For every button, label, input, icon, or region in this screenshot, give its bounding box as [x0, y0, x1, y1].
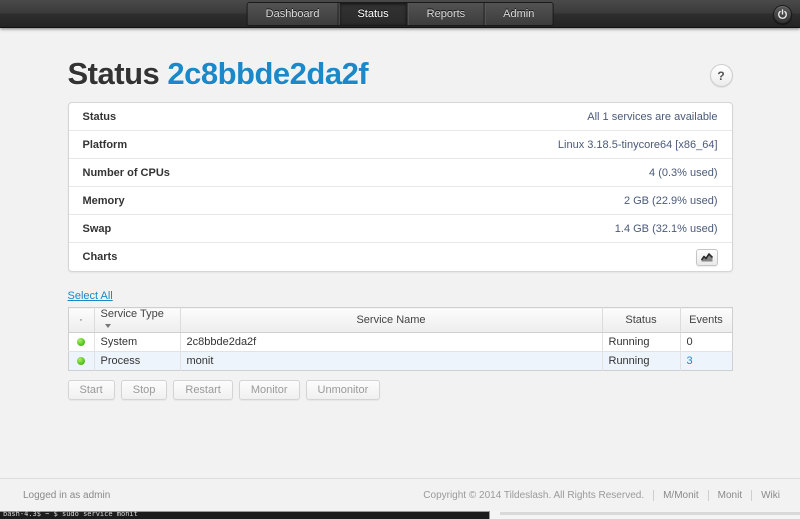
- info-value-memory: 2 GB (22.9% used): [623, 194, 718, 207]
- info-row-status: Status All 1 services are available: [68, 103, 732, 131]
- unmonitor-button[interactable]: Unmonitor: [305, 380, 381, 400]
- chart-icon: [700, 252, 713, 262]
- row-events-cell: 3: [680, 351, 732, 371]
- info-label-memory: Memory: [82, 194, 125, 207]
- sort-descending-icon: [104, 324, 111, 329]
- system-info-panel: Status All 1 services are available Plat…: [67, 102, 733, 272]
- services-table-head: · Service Type Service Name Status Event…: [68, 307, 732, 333]
- page-header: Status 2c8bbde2da2f ?: [68, 28, 733, 102]
- info-row-platform: Platform Linux 3.18.5-tinycore64 [x86_64…: [68, 131, 732, 159]
- nav-tabs: Dashboard Status Reports Admin: [246, 2, 554, 26]
- info-label-cpus: Number of CPUs: [82, 166, 170, 179]
- info-label-platform: Platform: [82, 138, 128, 151]
- row-status: Running: [602, 351, 681, 371]
- select-all-link[interactable]: Select All: [68, 290, 113, 302]
- status-ok-icon: [77, 338, 85, 347]
- start-button[interactable]: Start: [67, 380, 115, 400]
- page-footer: Logged in as admin Copyright © 2014 Tild…: [0, 478, 800, 511]
- nav-tab-reports[interactable]: Reports: [407, 3, 485, 25]
- table-header-row: · Service Type Service Name Status Event…: [68, 307, 732, 333]
- row-events-link[interactable]: 3: [687, 355, 693, 367]
- nav-tab-status[interactable]: Status: [338, 3, 408, 25]
- services-table: · Service Type Service Name Status Event…: [67, 307, 733, 371]
- column-header-service-type[interactable]: Service Type: [94, 307, 181, 333]
- nav-tab-dashboard[interactable]: Dashboard: [247, 3, 339, 25]
- column-header-service-name[interactable]: Service Name: [180, 307, 603, 333]
- background-terminal-window[interactable]: bash-4.3$ ~ $ sudo service monit: [0, 511, 800, 519]
- terminal-window-body[interactable]: bash-4.3$ ~ $ sudo service monit: [0, 511, 490, 519]
- logged-in-label: Logged in as admin: [23, 490, 111, 501]
- info-value-swap: 1.4 GB (32.1% used): [614, 222, 718, 235]
- terminal-scrollbar[interactable]: [500, 512, 800, 515]
- copyright-label: Copyright © 2014 Tildeslash. All Rights …: [423, 490, 645, 501]
- select-all-wrap: Select All: [68, 286, 733, 304]
- status-ok-icon: [77, 357, 85, 366]
- row-status-dot-cell: [68, 332, 95, 352]
- row-service-name: monit: [180, 351, 603, 371]
- restart-button[interactable]: Restart: [173, 380, 233, 400]
- help-button[interactable]: ?: [709, 64, 733, 87]
- column-header-service-type-label: Service Type: [100, 308, 164, 320]
- table-row[interactable]: System 2c8bbde2da2f Running 0: [68, 332, 732, 352]
- nav-tab-admin[interactable]: Admin: [484, 3, 553, 25]
- info-row-cpus: Number of CPUs 4 (0.3% used): [68, 159, 732, 187]
- services-table-body: System 2c8bbde2da2f Running 0 Process mo…: [68, 332, 732, 371]
- row-service-type: System: [94, 332, 181, 352]
- footer-link-monit[interactable]: Monit: [707, 490, 751, 501]
- info-row-memory: Memory 2 GB (22.9% used): [68, 187, 732, 215]
- footer-links: Copyright © 2014 Tildeslash. All Rights …: [423, 490, 780, 501]
- row-service-name: 2c8bbde2da2f: [180, 332, 603, 352]
- info-label-swap: Swap: [82, 222, 112, 235]
- info-value-cpus: 4 (0.3% used): [649, 166, 718, 179]
- page-title-prefix: Status: [67, 56, 160, 91]
- page-title-hostname: 2c8bbde2da2f: [167, 56, 369, 91]
- table-row[interactable]: Process monit Running 3: [68, 351, 732, 371]
- stop-button[interactable]: Stop: [120, 380, 168, 400]
- info-label-status: Status: [82, 110, 117, 123]
- info-row-charts: Charts: [69, 243, 732, 271]
- power-icon[interactable]: [773, 5, 792, 24]
- row-service-type: Process: [94, 351, 181, 371]
- info-value-platform: Linux 3.18.5-tinycore64 [x86_64]: [557, 138, 718, 151]
- row-events: 0: [680, 332, 732, 352]
- info-label-charts: Charts: [82, 251, 118, 263]
- info-row-swap: Swap 1.4 GB (32.1% used): [68, 215, 732, 243]
- chart-toggle-button[interactable]: [695, 248, 718, 266]
- footer-link-wiki[interactable]: Wiki: [751, 490, 780, 501]
- terminal-command-text: bash-4.3$ ~ $ sudo service monit: [3, 511, 138, 518]
- info-value-status: All 1 services are available: [587, 110, 718, 123]
- monitor-button[interactable]: Monitor: [238, 380, 300, 400]
- column-header-events[interactable]: Events: [680, 307, 732, 333]
- page-title: Status 2c8bbde2da2f: [68, 58, 733, 89]
- top-navbar: Dashboard Status Reports Admin: [0, 0, 800, 28]
- service-actions: Start Stop Restart Monitor Unmonitor: [67, 380, 733, 400]
- column-header-status[interactable]: Status: [602, 307, 681, 333]
- row-status: Running: [602, 332, 681, 352]
- footer-link-mmonit[interactable]: M/Monit: [653, 490, 708, 501]
- column-header-dot[interactable]: ·: [68, 307, 95, 333]
- page-body: Status 2c8bbde2da2f ? Status All 1 servi…: [0, 28, 800, 478]
- row-status-dot-cell: [68, 351, 95, 371]
